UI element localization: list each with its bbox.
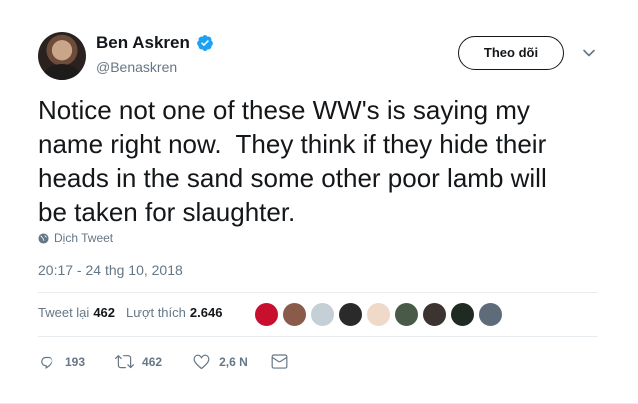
translate-label: Dịch Tweet <box>54 231 114 245</box>
reply-button[interactable]: 193 <box>38 352 85 371</box>
retweet-stat-count: 462 <box>93 305 116 320</box>
liker-avatar[interactable] <box>450 302 475 327</box>
reply-icon <box>41 356 53 369</box>
liker-avatar[interactable] <box>422 302 447 327</box>
liker-avatar[interactable] <box>478 302 503 327</box>
heart-icon <box>193 354 210 370</box>
liker-avatar[interactable] <box>310 302 335 327</box>
handle[interactable]: @Benaskren <box>96 59 177 75</box>
tweet-card: Ben Askren @Benaskren Theo dõi Notice no… <box>0 0 638 404</box>
liker-avatar[interactable] <box>394 302 419 327</box>
retweet-count: 462 <box>142 354 163 369</box>
like-button[interactable]: 2,6 N <box>192 352 248 371</box>
display-name[interactable]: Ben Askren <box>96 33 190 53</box>
liker-avatar[interactable] <box>282 302 307 327</box>
action-bar: 193 462 2,6 N <box>38 352 289 371</box>
retweet-button[interactable]: 462 <box>115 352 162 371</box>
like-stat-label: Lượt thích <box>126 305 186 320</box>
liker-avatars <box>254 302 503 327</box>
reply-count: 193 <box>65 354 86 369</box>
retweet-stat[interactable]: Tweet lại 462 <box>38 305 115 320</box>
liker-avatar[interactable] <box>366 302 391 327</box>
direct-message-button[interactable] <box>270 352 289 371</box>
liker-avatar[interactable] <box>254 302 279 327</box>
verified-badge-icon <box>196 35 213 51</box>
divider <box>38 336 598 337</box>
liker-avatar[interactable] <box>338 302 363 327</box>
chevron-down-icon[interactable] <box>582 46 596 60</box>
globe-icon <box>38 232 49 244</box>
like-stat[interactable]: Lượt thích 2.646 <box>126 305 222 320</box>
author-name-row: Ben Askren <box>96 33 214 53</box>
like-count: 2,6 N <box>219 354 248 369</box>
retweet-stat-label: Tweet lại <box>38 305 90 320</box>
timestamp[interactable]: 20:17 - 24 thg 10, 2018 <box>38 262 183 278</box>
follow-button[interactable]: Theo dõi <box>458 36 564 70</box>
like-stat-count: 2.646 <box>189 305 223 320</box>
tweet-text: Notice not one of these WW's is saying m… <box>38 95 547 227</box>
retweet-icon <box>115 355 135 369</box>
divider <box>38 292 598 293</box>
stats-row: Tweet lại 462 Lượt thích 2.646 <box>38 305 233 320</box>
translate-tweet-link[interactable]: Dịch Tweet <box>38 231 113 245</box>
message-icon <box>271 354 288 369</box>
avatar[interactable] <box>38 32 86 80</box>
